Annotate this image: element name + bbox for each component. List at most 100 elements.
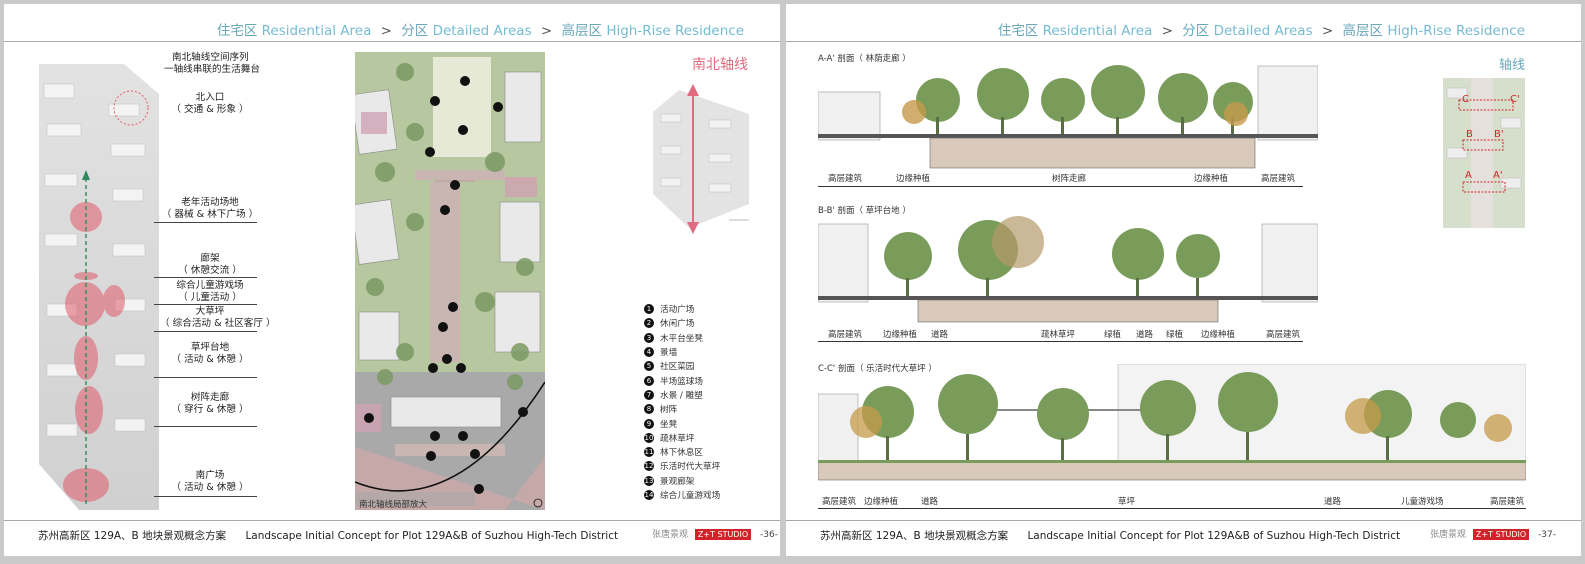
- section-b-ruler: [818, 341, 1303, 342]
- legend-number-badge: 7: [644, 389, 654, 400]
- section-a-label: 树阵走廊: [1052, 174, 1087, 184]
- right-page: 住宅区 Residential Area > 分区 Detailed Areas…: [786, 4, 1581, 556]
- brochure-spread: 住宅区 Residential Area > 分区 Detailed Areas…: [0, 0, 1585, 564]
- legend-item: 9 坐凳: [644, 416, 720, 430]
- legend-label: 景墙: [660, 348, 678, 359]
- label-great-lawn: 大草坪（ 综合活动 & 社区客厅 ）: [160, 306, 276, 329]
- legend-number-badge: 6: [644, 375, 654, 386]
- section-b-label: 绿植: [1166, 330, 1184, 340]
- section-c-label: 高层建筑: [822, 497, 857, 507]
- legend-item: 7 水景 / 雕塑: [644, 388, 720, 402]
- axis-title: 轴线: [1499, 58, 1526, 73]
- legend-label: 活动广场: [660, 305, 695, 316]
- footer-cn: 苏州高新区 129A、B 地块景观概念方案: [38, 530, 227, 542]
- legend-number-badge: 5: [644, 361, 654, 372]
- section-a-drawing: [818, 65, 1318, 169]
- legend-item: 4 景墙: [644, 345, 720, 359]
- legend-item: 13 景观廊架: [644, 474, 720, 488]
- plan-legend: 1 活动广场 2 休闲广场 3 木平台坐凳 4 景墙 5 社区菜园 6 半场篮球场 7 水景 / 雕塑 8 树…: [644, 302, 720, 502]
- header-divider: [4, 41, 780, 42]
- legend-number-badge: 8: [644, 404, 654, 415]
- section-a-label: 边缘种植: [896, 174, 931, 184]
- section-b-drawing: [818, 216, 1318, 323]
- footer-text: 苏州高新区 129A、B 地块景观概念方案 Landscape Initial …: [38, 528, 618, 543]
- axis-title: 南北轴线: [692, 57, 748, 73]
- legend-item: 12 乐活时代大草坪: [644, 459, 720, 473]
- axis-key-map: [653, 84, 749, 234]
- section-b-label: 边缘种植: [1201, 330, 1236, 340]
- legend-number-badge: 1: [644, 304, 654, 315]
- crumb-en: Detailed Areas: [432, 23, 532, 39]
- crumb-separator: >: [540, 23, 553, 39]
- crumb-cn: 分区: [1182, 23, 1210, 39]
- crumb-en: Residential Area: [261, 23, 372, 39]
- key-mark: B': [1494, 129, 1504, 140]
- legend-number-badge: 2: [644, 318, 654, 329]
- section-c-label: 道路: [1324, 497, 1342, 507]
- axis-detail-plan: [355, 52, 545, 510]
- legend-label: 社区菜园: [660, 362, 695, 373]
- footer-en: Landscape Initial Concept for Plot 129A&…: [1027, 530, 1401, 542]
- crumb-en: Detailed Areas: [1213, 23, 1313, 39]
- legend-item: 1 活动广场: [644, 302, 720, 316]
- section-c-label: 儿童游戏场: [1401, 497, 1444, 507]
- section-b-label: 高层建筑: [1266, 330, 1301, 340]
- key-mark: C': [1510, 94, 1520, 105]
- legend-label: 乐活时代大草坪: [660, 462, 721, 473]
- legend-label: 半场篮球场: [660, 376, 703, 387]
- legend-item: 3 木平台坐凳: [644, 331, 720, 345]
- crumb-separator: >: [1321, 23, 1334, 39]
- legend-number-badge: 10: [644, 432, 654, 443]
- label-lawn-terrace: 草坪台地（ 活动 & 休憩 ）: [171, 342, 249, 365]
- brand-logo: Z+T STUDIO: [694, 529, 752, 540]
- legend-number-badge: 3: [644, 332, 654, 343]
- crumb-cn: 高层区: [561, 23, 603, 39]
- brand-name: 张唐景观: [652, 530, 689, 540]
- footer-en: Landscape Initial Concept for Plot 129A&…: [245, 530, 619, 542]
- crumb-separator: >: [380, 23, 392, 39]
- section-b-label: 疏林草坪: [1041, 330, 1076, 340]
- brand-logo: Z+T STUDIO: [1472, 529, 1530, 540]
- key-mark: B: [1466, 129, 1473, 140]
- brand-name: 张唐景观: [1430, 530, 1467, 540]
- crumb-cn: 住宅区: [216, 23, 258, 39]
- footer-brand: 张唐景观 Z+T STUDIO -36-: [652, 527, 778, 540]
- breadcrumb: 住宅区 Residential Area > 分区 Detailed Areas…: [998, 19, 1525, 39]
- legend-item: 6 半场篮球场: [644, 373, 720, 387]
- legend-item: 10 疏林草坪: [644, 431, 720, 445]
- legend-item: 14 综合儿童游戏场: [644, 488, 720, 502]
- legend-item: 5 社区菜园: [644, 359, 720, 373]
- legend-label: 水景 / 雕塑: [660, 390, 703, 401]
- sequence-subtitle: 一轴线串联的生活舞台: [164, 64, 260, 75]
- legend-item: 11 林下休息区: [644, 445, 720, 459]
- legend-label: 坐凳: [660, 419, 678, 430]
- crumb-cn: 分区: [401, 23, 429, 39]
- label-rule: [154, 304, 257, 305]
- label-children-playground: 综合儿童游戏场（ 儿童活动 ）: [176, 280, 244, 303]
- legend-number-badge: 4: [644, 347, 654, 358]
- key-mark: A: [1465, 170, 1472, 181]
- label-pergola: 廊架（ 休憩交流 ）: [178, 253, 242, 276]
- legend-item: 2 休闲广场: [644, 316, 720, 330]
- section-a-label: 高层建筑: [828, 174, 863, 184]
- section-b-label: 高层建筑: [828, 330, 863, 340]
- legend-label: 木平台坐凳: [660, 333, 703, 344]
- section-c-drawing: [818, 364, 1526, 481]
- section-a-ruler: [818, 186, 1303, 187]
- section-b-label: 道路: [931, 330, 949, 340]
- plan-caption: 南北轴线局部放大: [359, 500, 428, 510]
- page-number: -36-: [760, 530, 778, 540]
- legend-label: 树阵: [660, 405, 678, 416]
- section-c-label: 边缘种植: [864, 497, 899, 507]
- section-a-label: 边缘种植: [1194, 174, 1229, 184]
- section-c-label: 道路: [921, 497, 939, 507]
- crumb-en: High-Rise Residence: [606, 23, 744, 39]
- legend-label: 休闲广场: [660, 319, 695, 330]
- axis-sequence-aerial-map: [39, 64, 159, 510]
- header-divider: [786, 41, 1581, 42]
- footer-brand: 张唐景观 Z+T STUDIO -37-: [1430, 527, 1556, 540]
- label-elderly-area: 老年活动场地（ 器械 & 林下广场 ）: [161, 197, 259, 220]
- legend-number-badge: 14: [644, 490, 654, 500]
- legend-label: 综合儿童游戏场: [660, 491, 721, 501]
- page-number: -37-: [1538, 530, 1556, 540]
